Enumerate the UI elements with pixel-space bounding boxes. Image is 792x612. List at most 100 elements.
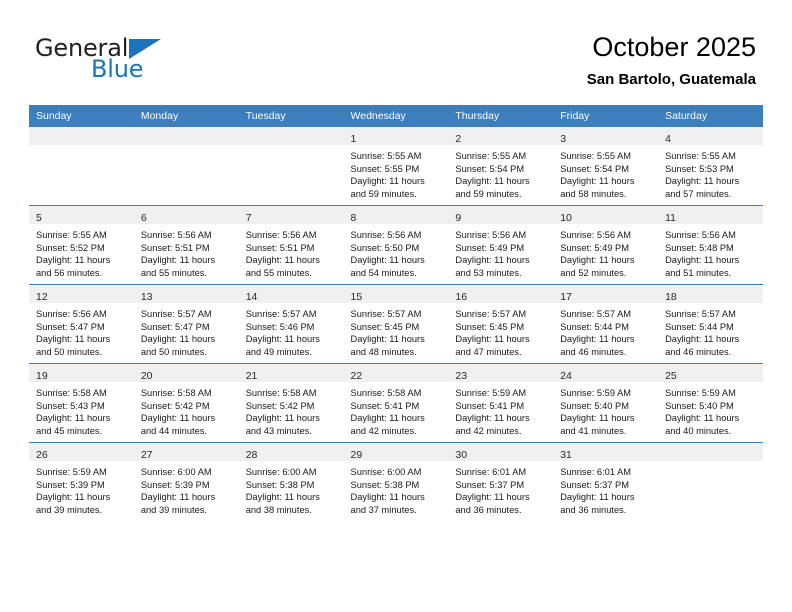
sunset-text: Sunset: 5:52 PM <box>36 242 105 253</box>
day-number-band: 30 <box>448 443 554 461</box>
day-cell[interactable]: 12 Sunrise: 5:56 AM Sunset: 5:47 PM Dayligh… <box>29 284 134 364</box>
day-cell[interactable]: 7 Sunrise: 5:56 AM Sunset: 5:51 PM Daylight… <box>238 205 344 285</box>
day-number-band: 20 <box>133 364 239 382</box>
day-number-band: 27 <box>133 443 239 461</box>
day-cell[interactable]: 19 Sunrise: 5:58 AM Sunset: 5:43 PM Dayligh… <box>29 363 134 443</box>
daylight-text-line1: Daylight: 11 hours <box>560 334 635 345</box>
day-cell[interactable]: 29 Sunrise: 6:00 AM Sunset: 5:38 PM Dayligh… <box>343 442 449 521</box>
day-info: Sunrise: 6:01 AM Sunset: 5:37 PM Daylight:… <box>553 461 658 516</box>
day-number: 8 <box>350 212 357 224</box>
day-cell[interactable]: 18 Sunrise: 5:57 AM Sunset: 5:44 PM Dayligh… <box>658 284 763 364</box>
day-number-band: 19 <box>29 364 134 382</box>
sunset-text: Sunset: 5:40 PM <box>560 400 629 411</box>
day-number: 6 <box>140 212 147 224</box>
day-number: 27 <box>140 449 153 461</box>
daylight-text-line2: and 50 minutes. <box>36 346 103 357</box>
day-cell[interactable]: 21 Sunrise: 5:58 AM Sunset: 5:42 PM Dayligh… <box>238 363 344 443</box>
sunrise-text: Sunrise: 5:57 AM <box>140 309 212 319</box>
day-cell[interactable]: 31 Sunrise: 6:01 AM Sunset: 5:37 PM Dayligh… <box>553 442 659 521</box>
day-cell-empty <box>133 127 239 206</box>
sunrise-text: Sunrise: 5:58 AM <box>36 388 107 398</box>
day-number-band: 15 <box>343 285 449 303</box>
day-info: Sunrise: 5:56 AM Sunset: 5:49 PM Daylight:… <box>448 224 553 279</box>
day-cell[interactable]: 10 Sunrise: 5:56 AM Sunset: 5:49 PM Dayligh… <box>553 205 659 285</box>
day-cell[interactable]: 6 Sunrise: 5:56 AM Sunset: 5:51 PM Daylight… <box>133 205 239 285</box>
sunset-text: Sunset: 5:38 PM <box>245 479 315 490</box>
day-number: 13 <box>140 291 153 303</box>
sunrise-text: Sunrise: 5:55 AM <box>36 230 107 240</box>
daylight-text-line1: Daylight: 11 hours <box>455 492 530 503</box>
day-info: Sunrise: 5:57 AM Sunset: 5:45 PM Daylight:… <box>448 303 553 358</box>
sunrise-text: Sunrise: 5:56 AM <box>140 230 212 240</box>
day-number: 26 <box>36 449 48 461</box>
sunset-text: Sunset: 5:44 PM <box>665 321 734 332</box>
day-info: Sunrise: 5:58 AM Sunset: 5:43 PM Daylight:… <box>29 382 134 437</box>
day-cell[interactable]: 9 Sunrise: 5:56 AM Sunset: 5:49 PM Daylight… <box>448 205 554 285</box>
sunrise-text: Sunrise: 5:56 AM <box>560 230 632 240</box>
calendar-week-row: 12 Sunrise: 5:56 AM Sunset: 5:47 PM Dayligh… <box>29 284 763 364</box>
weekday-header-sunday: Sunday <box>29 105 134 127</box>
day-number: 30 <box>455 449 468 461</box>
sunrise-text: Sunrise: 6:00 AM <box>245 467 317 477</box>
day-number: 23 <box>455 370 468 382</box>
day-cell[interactable]: 5 Sunrise: 5:55 AM Sunset: 5:52 PM Daylight… <box>29 205 134 285</box>
sunrise-text: Sunrise: 5:57 AM <box>560 309 632 319</box>
weekday-header-saturday: Saturday <box>658 105 763 127</box>
daylight-text-line2: and 42 minutes. <box>350 425 417 436</box>
daylight-text-line1: Daylight: 11 hours <box>36 255 111 266</box>
daylight-text-line2: and 57 minutes. <box>665 188 732 199</box>
daylight-text-line2: and 58 minutes. <box>560 188 627 199</box>
day-number: 4 <box>665 133 671 145</box>
daylight-text-line1: Daylight: 11 hours <box>665 334 740 345</box>
day-cell-empty <box>29 127 134 206</box>
day-cell[interactable]: 16 Sunrise: 5:57 AM Sunset: 5:45 PM Dayligh… <box>448 284 554 364</box>
day-number-band: 24 <box>553 364 659 382</box>
sunrise-text: Sunrise: 5:59 AM <box>36 467 107 477</box>
title-block: October 2025 San Bartolo, Guatemala <box>587 30 756 91</box>
day-cell[interactable]: 20 Sunrise: 5:58 AM Sunset: 5:42 PM Dayligh… <box>133 363 239 443</box>
day-cell[interactable]: 11 Sunrise: 5:56 AM Sunset: 5:48 PM Dayligh… <box>658 205 763 285</box>
day-cell[interactable]: 30 Sunrise: 6:01 AM Sunset: 5:37 PM Dayligh… <box>448 442 554 521</box>
day-number-band: 17 <box>553 285 659 303</box>
day-cell[interactable]: 15 Sunrise: 5:57 AM Sunset: 5:45 PM Dayligh… <box>343 284 449 364</box>
day-number-band: 10 <box>553 206 659 224</box>
day-cell[interactable]: 26 Sunrise: 5:59 AM Sunset: 5:39 PM Dayligh… <box>29 442 134 521</box>
day-cell[interactable]: 17 Sunrise: 5:57 AM Sunset: 5:44 PM Dayligh… <box>553 284 659 364</box>
daylight-text-line1: Daylight: 11 hours <box>245 413 320 424</box>
sunset-text: Sunset: 5:43 PM <box>36 400 105 411</box>
day-cell[interactable]: 28 Sunrise: 6:00 AM Sunset: 5:38 PM Dayligh… <box>238 442 344 521</box>
day-cell[interactable]: 22 Sunrise: 5:58 AM Sunset: 5:41 PM Dayligh… <box>343 363 449 443</box>
day-cell[interactable]: 2 Sunrise: 5:55 AM Sunset: 5:54 PM Daylight… <box>448 127 554 206</box>
day-number-band: 2 <box>448 127 554 145</box>
sunrise-text: Sunrise: 5:56 AM <box>665 230 736 240</box>
day-cell[interactable]: 4 Sunrise: 5:55 AM Sunset: 5:53 PM Daylight… <box>658 127 763 206</box>
day-info: Sunrise: 5:58 AM Sunset: 5:42 PM Daylight:… <box>239 382 344 437</box>
day-info: Sunrise: 5:55 AM Sunset: 5:54 PM Daylight:… <box>553 145 658 200</box>
sunrise-text: Sunrise: 6:01 AM <box>455 467 527 477</box>
sunset-text: Sunset: 5:47 PM <box>36 321 105 332</box>
daylight-text-line1: Daylight: 11 hours <box>140 492 216 503</box>
daylight-text-line2: and 51 minutes. <box>665 267 732 278</box>
day-cell[interactable]: 1 Sunrise: 5:55 AM Sunset: 5:55 PM Daylight… <box>343 127 449 206</box>
day-info: Sunrise: 5:57 AM Sunset: 5:44 PM Daylight:… <box>553 303 658 358</box>
day-cell[interactable]: 8 Sunrise: 5:56 AM Sunset: 5:50 PM Daylight… <box>343 205 449 285</box>
day-number-band: 29 <box>343 443 449 461</box>
day-cell[interactable]: 14 Sunrise: 5:57 AM Sunset: 5:46 PM Dayligh… <box>238 284 344 364</box>
sunrise-text: Sunrise: 6:01 AM <box>560 467 632 477</box>
day-cell[interactable]: 3 Sunrise: 5:55 AM Sunset: 5:54 PM Daylight… <box>553 127 659 206</box>
day-cell[interactable]: 25 Sunrise: 5:59 AM Sunset: 5:40 PM Dayligh… <box>658 363 763 443</box>
day-cell[interactable]: 27 Sunrise: 6:00 AM Sunset: 5:39 PM Dayligh… <box>133 442 239 521</box>
daylight-text-line1: Daylight: 11 hours <box>560 492 635 503</box>
sunset-text: Sunset: 5:42 PM <box>245 400 315 411</box>
general-blue-logo[interactable]: General Blue <box>35 34 245 90</box>
day-number: 3 <box>560 133 567 145</box>
day-cell[interactable]: 24 Sunrise: 5:59 AM Sunset: 5:40 PM Dayligh… <box>553 363 659 443</box>
day-cell[interactable]: 13 Sunrise: 5:57 AM Sunset: 5:47 PM Dayligh… <box>133 284 239 364</box>
day-info: Sunrise: 5:56 AM Sunset: 5:51 PM Daylight:… <box>239 224 344 279</box>
day-cell-empty <box>658 442 763 521</box>
sunset-text: Sunset: 5:39 PM <box>140 479 210 490</box>
day-cell[interactable]: 23 Sunrise: 5:59 AM Sunset: 5:41 PM Dayligh… <box>448 363 554 443</box>
sunset-text: Sunset: 5:42 PM <box>140 400 210 411</box>
logo-text-blue: Blue <box>91 55 144 83</box>
sunset-text: Sunset: 5:50 PM <box>350 242 420 253</box>
